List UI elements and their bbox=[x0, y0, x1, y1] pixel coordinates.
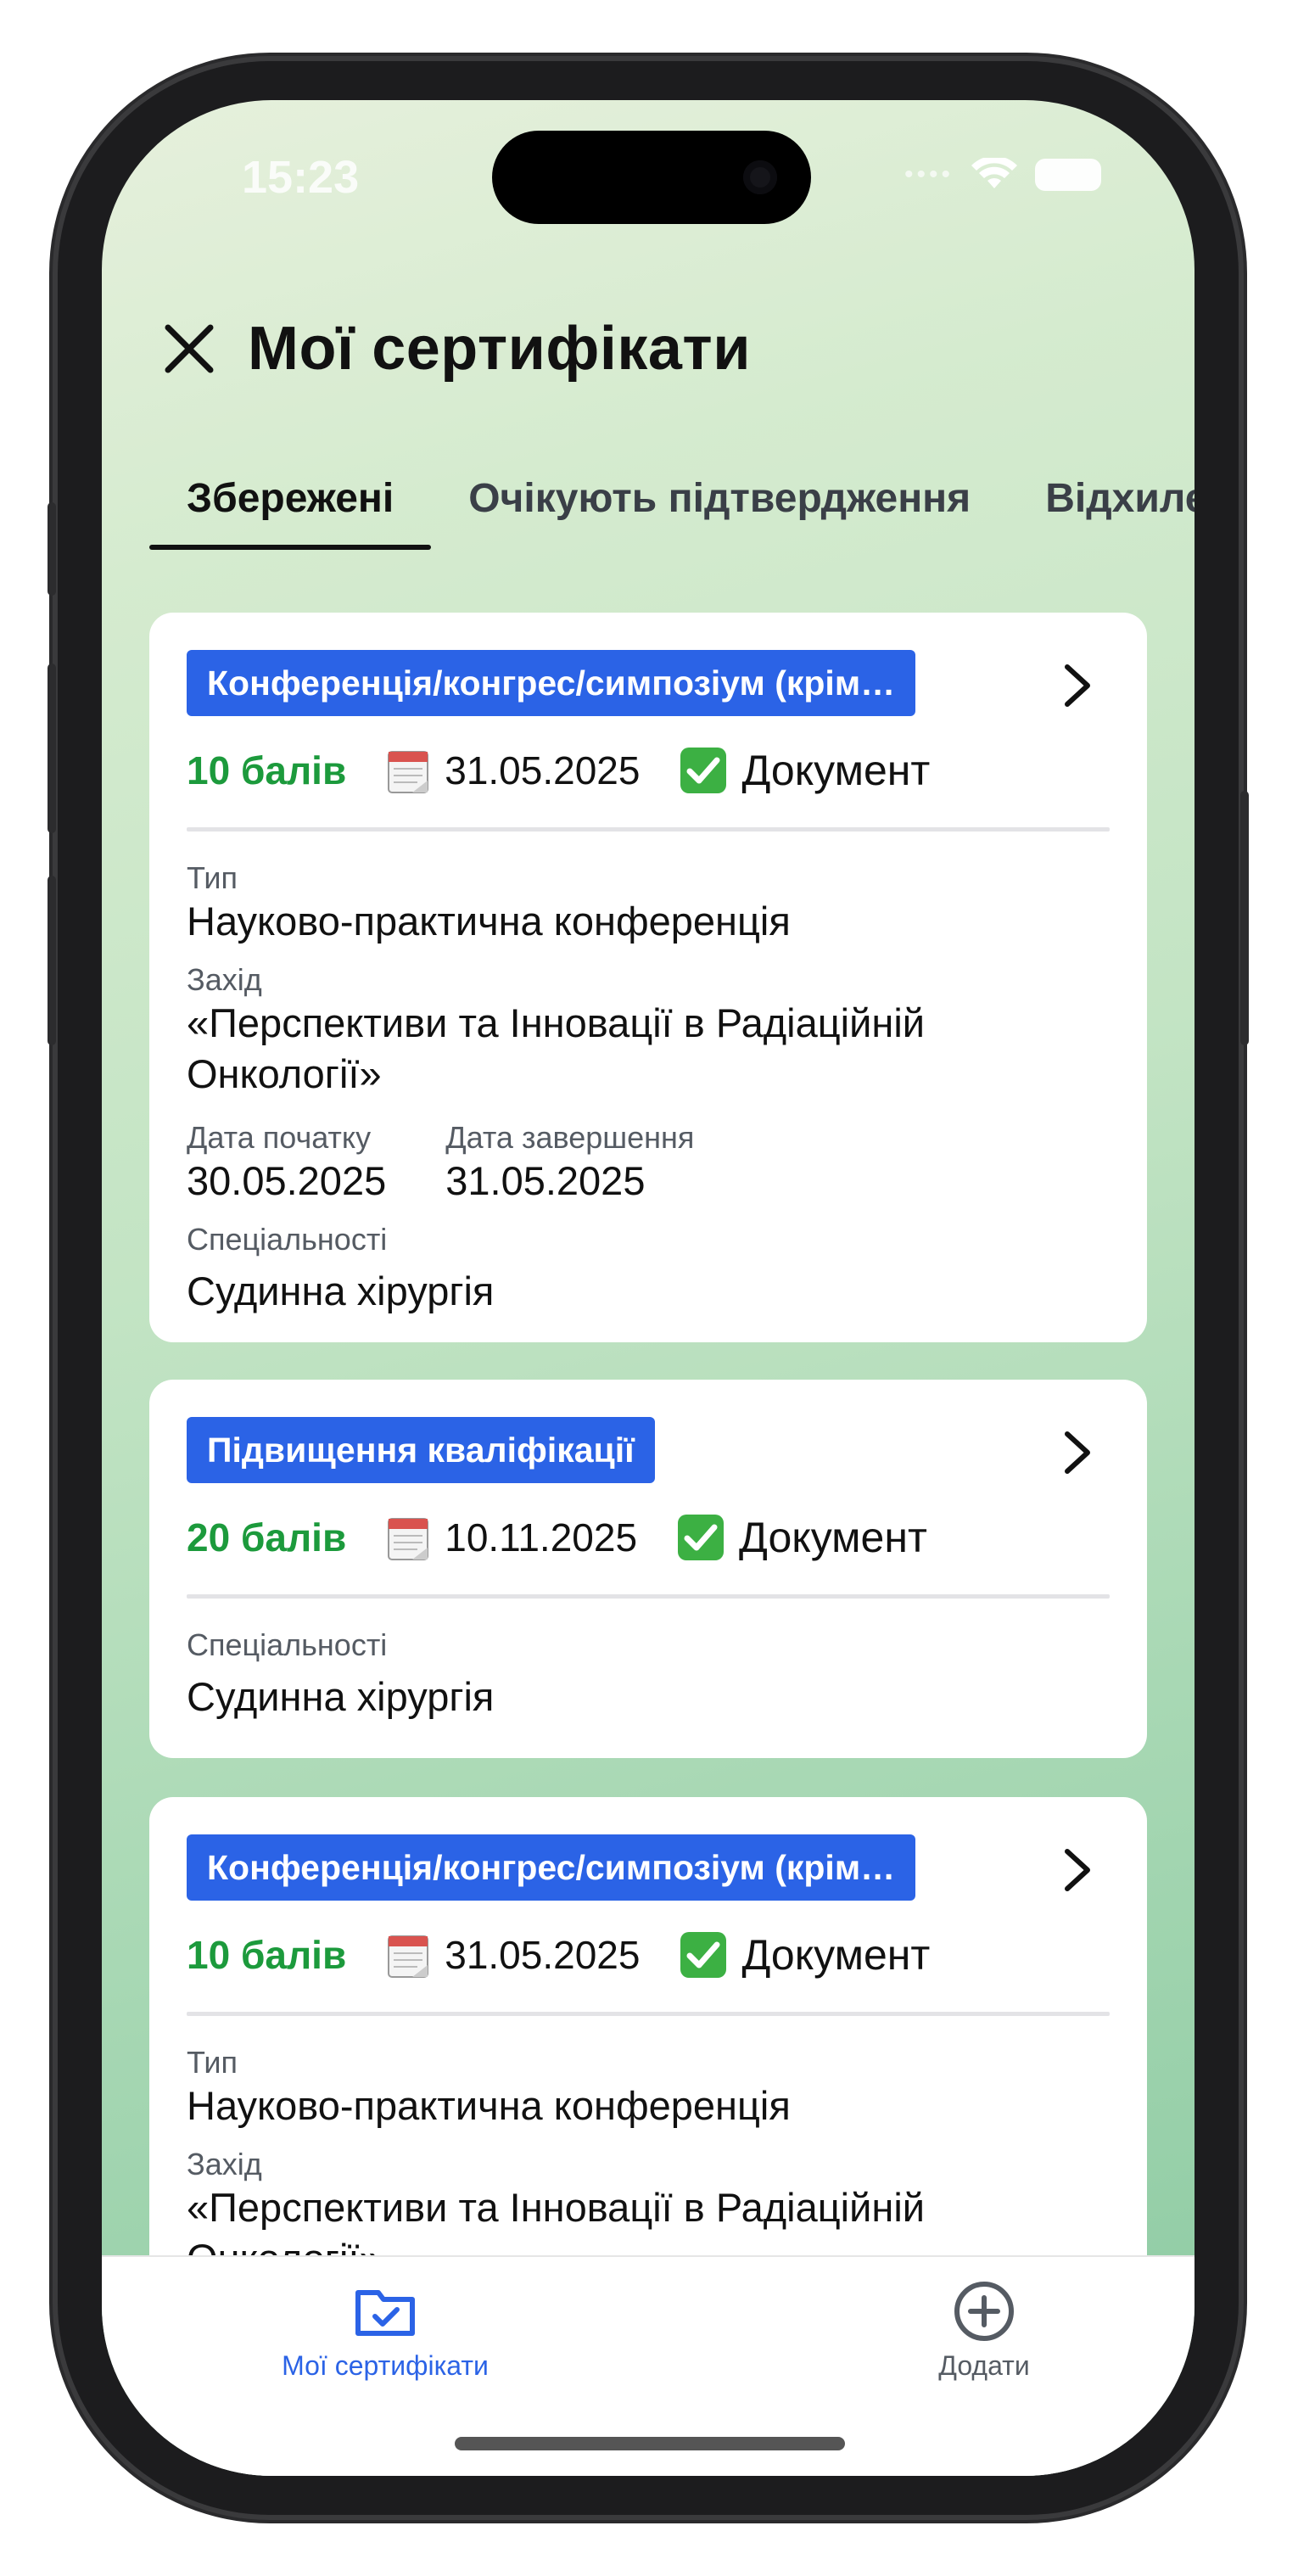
date-label: 31.05.2025 bbox=[445, 748, 641, 792]
end-date-value: 31.05.2025 bbox=[445, 1158, 646, 1203]
status-icons: •••• bbox=[904, 158, 1101, 192]
nav-my-certificates[interactable]: Мої сертифікати bbox=[215, 2277, 555, 2382]
tab-pending[interactable]: Очікують підтвердження bbox=[431, 456, 1008, 541]
action-button bbox=[48, 502, 56, 596]
tab-saved[interactable]: Збережені bbox=[149, 456, 432, 550]
date-label: 31.05.2025 bbox=[445, 1933, 641, 1977]
bottom-nav: Мої сертифікати Додати bbox=[102, 2255, 1194, 2476]
end-date-label: Дата завершення bbox=[445, 1120, 695, 1155]
certificate-card[interactable]: Конференція/конгрес/симпозіум (крім… 10 … bbox=[149, 613, 1147, 1342]
type-value: Науково-практична конференція bbox=[187, 899, 791, 944]
checkmark-icon bbox=[678, 1515, 725, 1560]
specialties-value: Судинна хірургія bbox=[187, 1268, 495, 1313]
home-indicator[interactable] bbox=[455, 2437, 845, 2450]
battery-icon bbox=[1035, 159, 1101, 191]
power-button bbox=[1240, 791, 1249, 1045]
checkmark-icon bbox=[680, 748, 727, 793]
status-time: 15:23 bbox=[242, 152, 360, 203]
volume-up-button bbox=[48, 664, 56, 833]
page-header: Мої сертифікати bbox=[159, 314, 751, 384]
start-date: Дата початку 30.05.2025 bbox=[187, 1115, 386, 1207]
event-value: «Перспективи та Інновації в Радіаційній … bbox=[187, 1000, 926, 1096]
calendar-icon bbox=[388, 1935, 429, 1978]
divider bbox=[187, 2012, 1110, 2016]
calendar-icon bbox=[388, 751, 429, 793]
page-title: Мої сертифікати bbox=[248, 315, 751, 383]
category-tag: Конференція/конгрес/симпозіум (крім… bbox=[187, 650, 916, 716]
card-meta: 10 балів 31.05.2025 Документ bbox=[187, 1924, 1110, 1986]
phone-frame: 15:23 •••• Мої сертифікати Збережені Очі… bbox=[48, 61, 1249, 2515]
checkmark-icon bbox=[680, 1932, 727, 1978]
points-label: 20 балів bbox=[187, 1515, 347, 1560]
event-label: Захід bbox=[187, 962, 262, 997]
specialties-label: Спеціальності bbox=[187, 1222, 388, 1257]
type-label: Тип bbox=[187, 2045, 238, 2080]
divider bbox=[187, 1594, 1110, 1599]
points-label: 10 балів bbox=[187, 748, 347, 792]
document-label: Документ bbox=[741, 1931, 931, 1979]
dynamic-island bbox=[492, 131, 811, 224]
chevron-right-icon[interactable] bbox=[1059, 660, 1096, 711]
camera-icon bbox=[743, 160, 777, 194]
end-date: Дата завершення 31.05.2025 bbox=[445, 1115, 694, 1207]
calendar-icon bbox=[388, 1518, 429, 1560]
type-label: Тип bbox=[187, 860, 238, 895]
points-label: 10 балів bbox=[187, 1933, 347, 1977]
signal-icon: •••• bbox=[904, 160, 954, 188]
volume-down-button bbox=[48, 876, 56, 1045]
start-date-value: 30.05.2025 bbox=[187, 1158, 387, 1203]
card-meta: 10 балів 31.05.2025 Документ bbox=[187, 739, 1110, 802]
specialties-value: Судинна хірургія bbox=[187, 1674, 495, 1719]
chevron-right-icon[interactable] bbox=[1059, 1845, 1096, 1896]
tab-bar: Збережені Очікують підтвердження Відхиле… bbox=[149, 456, 1194, 550]
start-date-label: Дата початку bbox=[187, 1120, 372, 1155]
tab-rejected[interactable]: Відхилені bbox=[1008, 456, 1194, 541]
certificate-card[interactable]: Підвищення кваліфікації 20 балів 10.11.2… bbox=[149, 1380, 1147, 1758]
event-label: Захід bbox=[187, 2147, 262, 2181]
plus-circle-icon bbox=[954, 2282, 1014, 2341]
divider bbox=[187, 827, 1110, 832]
nav-my-certificates-label: Мої сертифікати bbox=[282, 2350, 489, 2381]
chevron-right-icon[interactable] bbox=[1059, 1427, 1096, 1478]
nav-add-label: Додати bbox=[938, 2350, 1030, 2381]
folder-check-icon bbox=[355, 2290, 415, 2336]
document-label: Документ bbox=[741, 747, 931, 794]
category-tag: Підвищення кваліфікації bbox=[187, 1417, 655, 1483]
date-label: 10.11.2025 bbox=[445, 1515, 638, 1560]
category-tag: Конференція/конгрес/симпозіум (крім… bbox=[187, 1834, 916, 1901]
wifi-icon bbox=[971, 158, 1017, 188]
close-icon[interactable] bbox=[159, 319, 219, 378]
app-screen: 15:23 •••• Мої сертифікати Збережені Очі… bbox=[102, 100, 1194, 2476]
specialties-label: Спеціальності bbox=[187, 1627, 388, 1662]
nav-add[interactable]: Додати bbox=[814, 2277, 1154, 2382]
document-label: Документ bbox=[739, 1514, 927, 1561]
type-value: Науково-практична конференція bbox=[187, 2083, 791, 2128]
date-range: Дата початку 30.05.2025 Дата завершення … bbox=[187, 1115, 1110, 1207]
card-meta: 20 балів 10.11.2025 Документ bbox=[187, 1506, 1110, 1569]
